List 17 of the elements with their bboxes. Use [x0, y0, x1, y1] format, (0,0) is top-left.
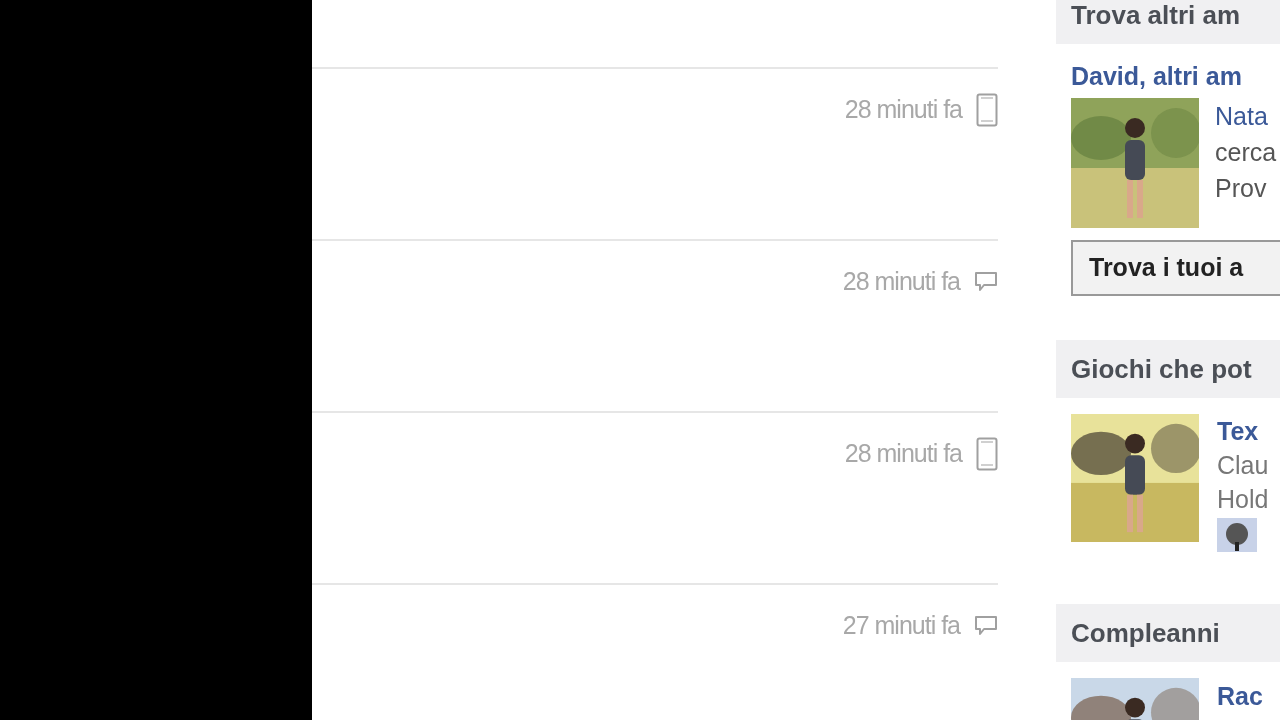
- speech-bubble-icon: [974, 614, 998, 637]
- section-header: Giochi che pot: [1056, 340, 1280, 398]
- section-header: Compleanni: [1056, 604, 1280, 662]
- game-title[interactable]: Tex: [1217, 414, 1269, 448]
- section-header: Trova altri am: [1056, 0, 1280, 44]
- phone-icon: [976, 436, 998, 471]
- suggestion-text: cerca: [1215, 137, 1277, 168]
- game-text: Hold: [1217, 484, 1269, 515]
- game-text: Clau: [1217, 450, 1269, 481]
- suggestion-text[interactable]: Nata: [1215, 98, 1277, 134]
- birthday-name[interactable]: Rac: [1217, 678, 1263, 720]
- suggestion-title[interactable]: David, altri am: [1071, 60, 1242, 92]
- suggestion-text: Prov: [1215, 173, 1268, 204]
- tree-icon: [1217, 518, 1257, 552]
- speech-bubble-icon: [974, 270, 998, 293]
- find-friends-button[interactable]: Trova i tuoi a: [1071, 240, 1280, 296]
- phone-icon: [976, 92, 998, 127]
